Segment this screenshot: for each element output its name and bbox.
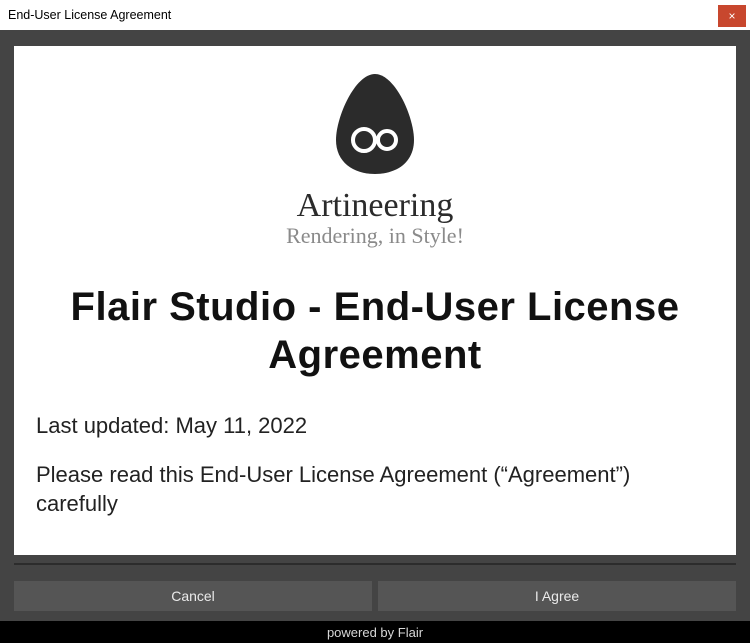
- overflow-spacer: [36, 518, 714, 555]
- document-frame: Artineering Rendering, in Style! Flair S…: [14, 46, 736, 555]
- artineering-logo-icon: [332, 72, 418, 181]
- content-area: Artineering Rendering, in Style! Flair S…: [0, 30, 750, 571]
- titlebar: End-User License Agreement ×: [0, 0, 750, 30]
- button-row: Cancel I Agree: [0, 571, 750, 621]
- footer: powered by Flair: [0, 621, 750, 643]
- document-body-intro: Please read this End-User License Agreem…: [36, 461, 714, 518]
- close-button[interactable]: ×: [718, 5, 746, 27]
- separator: [14, 563, 736, 565]
- eula-window: End-User License Agreement × Artineering…: [0, 0, 750, 643]
- last-updated: Last updated: May 11, 2022: [36, 413, 714, 439]
- document-title: Flair Studio - End-User License Agreemen…: [36, 283, 714, 379]
- cancel-button[interactable]: Cancel: [14, 581, 372, 611]
- brand-tagline: Rendering, in Style!: [36, 223, 714, 249]
- brand-name: Artineering: [36, 187, 714, 225]
- document-scroll[interactable]: Artineering Rendering, in Style! Flair S…: [14, 46, 736, 555]
- footer-text: powered by Flair: [327, 625, 423, 640]
- window-title: End-User License Agreement: [8, 8, 171, 22]
- close-icon: ×: [728, 9, 735, 23]
- brand-block: Artineering Rendering, in Style!: [36, 72, 714, 249]
- agree-button[interactable]: I Agree: [378, 581, 736, 611]
